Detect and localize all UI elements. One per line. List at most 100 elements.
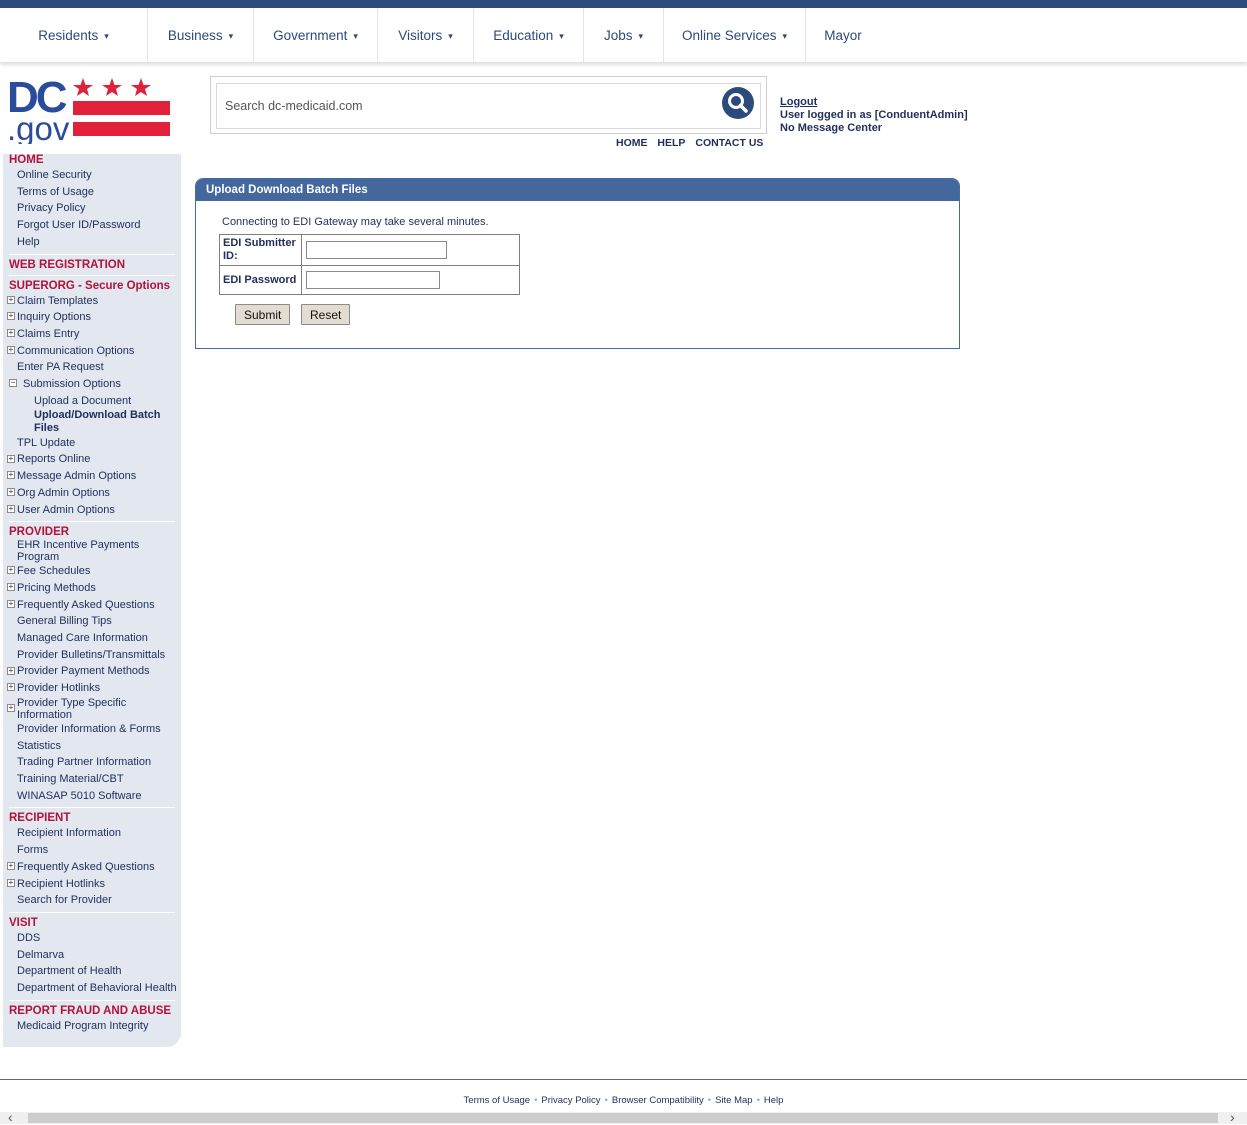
sidebar-item-fee-schedules[interactable]: + Fee Schedules bbox=[3, 563, 181, 580]
sidebar-divider bbox=[9, 521, 175, 523]
nav-visitors[interactable]: Visitors ▾ bbox=[378, 8, 474, 63]
sidebar-item-managed-care[interactable]: Managed Care Information bbox=[3, 630, 181, 647]
submit-button[interactable]: Submit bbox=[235, 304, 291, 325]
sidebar-item-claims-entry[interactable]: + Claims Entry bbox=[3, 326, 181, 343]
home-link[interactable]: HOME bbox=[616, 137, 648, 149]
expand-icon[interactable]: + bbox=[7, 329, 15, 338]
sidebar-item-pricing-methods[interactable]: + Pricing Methods bbox=[3, 580, 181, 597]
sidebar-item-ehr-incentive[interactable]: EHR Incentive Payments Program bbox=[3, 539, 181, 563]
sidebar-item-provider-info-forms[interactable]: Provider Information & Forms bbox=[3, 721, 181, 738]
search-icon[interactable] bbox=[722, 87, 754, 119]
expand-icon[interactable]: + bbox=[7, 345, 15, 354]
sidebar-item-communication-options[interactable]: + Communication Options bbox=[3, 343, 181, 360]
sidebar-item-tpl-update[interactable]: TPL Update bbox=[3, 435, 181, 452]
edi-password-input[interactable] bbox=[306, 271, 440, 289]
sidebar-item-message-admin[interactable]: + Message Admin Options bbox=[3, 468, 181, 485]
sidebar-item-upload-document[interactable]: Upload a Document bbox=[3, 393, 181, 409]
expand-icon[interactable]: + bbox=[7, 703, 15, 712]
dc-gov-logo[interactable]: DC .gov bbox=[6, 76, 176, 144]
nav-residents[interactable]: Residents ▾ bbox=[0, 8, 148, 63]
nav-online-services[interactable]: Online Services ▾ bbox=[664, 8, 806, 63]
sidebar-divider bbox=[9, 999, 175, 1001]
expand-icon[interactable]: + bbox=[7, 454, 15, 463]
expand-icon[interactable]: + bbox=[7, 566, 15, 575]
expand-icon[interactable]: + bbox=[7, 599, 15, 608]
help-link[interactable]: HELP bbox=[657, 137, 685, 149]
scroll-right-icon[interactable]: › bbox=[1230, 1109, 1235, 1125]
sidebar-item-general-billing-tips[interactable]: General Billing Tips bbox=[3, 613, 181, 630]
sidebar-item-department-of-health[interactable]: Department of Health bbox=[3, 963, 181, 980]
flag-stripe bbox=[73, 122, 170, 136]
nav-mayor[interactable]: Mayor bbox=[806, 8, 880, 63]
sidebar-heading-web-registration[interactable]: WEB REGISTRATION bbox=[3, 259, 181, 272]
sidebar-item-behavioral-health[interactable]: Department of Behavioral Health bbox=[3, 980, 181, 997]
sidebar-item-recipient-faq[interactable]: + Frequently Asked Questions bbox=[3, 859, 181, 876]
scrollbar-thumb[interactable] bbox=[28, 1113, 1218, 1123]
reset-button[interactable]: Reset bbox=[301, 304, 351, 325]
expand-icon[interactable]: + bbox=[7, 312, 15, 321]
sidebar-item-statistics[interactable]: Statistics bbox=[3, 738, 181, 755]
sidebar-item-provider-bulletins[interactable]: Provider Bulletins/Transmittals bbox=[3, 647, 181, 664]
sidebar-item-delmarva[interactable]: Delmarva bbox=[3, 947, 181, 964]
sidebar-item-forgot-password[interactable]: Forgot User ID/Password bbox=[3, 217, 181, 234]
sidebar-item-label: Message Admin Options bbox=[17, 470, 137, 483]
sidebar-item-provider-payment-methods[interactable]: + Provider Payment Methods bbox=[3, 663, 181, 680]
sidebar-item-dds[interactable]: DDS bbox=[3, 930, 181, 947]
sidebar-heading-recipient[interactable]: RECIPIENT bbox=[3, 812, 181, 825]
sidebar-item-submission-options[interactable]: − Submission Options bbox=[3, 376, 181, 393]
logout-link[interactable]: Logout bbox=[780, 96, 968, 109]
sidebar-item-claim-templates[interactable]: + Claim Templates bbox=[3, 293, 181, 310]
search-input[interactable] bbox=[216, 83, 761, 129]
footer-sitemap-link[interactable]: Site Map bbox=[715, 1095, 753, 1106]
nav-government[interactable]: Government ▾ bbox=[254, 8, 378, 63]
sidebar-item-training-material[interactable]: Training Material/CBT bbox=[3, 771, 181, 788]
panel-title: Upload Download Batch Files bbox=[196, 179, 959, 201]
nav-jobs[interactable]: Jobs ▾ bbox=[584, 8, 664, 63]
nav-education[interactable]: Education ▾ bbox=[474, 8, 584, 63]
sidebar-item-upload-download-batch-files[interactable]: Upload/Download Batch Files bbox=[3, 409, 173, 435]
sidebar-item-program-integrity[interactable]: Medicaid Program Integrity bbox=[3, 1018, 181, 1035]
nav-business[interactable]: Business ▾ bbox=[148, 8, 254, 63]
expand-icon[interactable]: + bbox=[7, 878, 15, 887]
scroll-left-icon[interactable]: ‹ bbox=[8, 1109, 13, 1125]
expand-icon[interactable]: + bbox=[7, 666, 15, 675]
collapse-icon[interactable]: − bbox=[9, 379, 17, 388]
sidebar-item-winasap[interactable]: WINASAP 5010 Software bbox=[3, 788, 181, 805]
sidebar-heading-superorg[interactable]: SUPERORG - Secure Options bbox=[3, 280, 181, 293]
footer-help-link[interactable]: Help bbox=[764, 1095, 784, 1106]
horizontal-scrollbar[interactable]: ‹ › bbox=[0, 1109, 1247, 1125]
contact-us-link[interactable]: CONTACT US bbox=[695, 137, 763, 149]
expand-icon[interactable]: + bbox=[7, 295, 15, 304]
expand-icon[interactable]: + bbox=[7, 861, 15, 870]
footer-privacy-link[interactable]: Privacy Policy bbox=[541, 1095, 600, 1106]
sidebar-heading-home[interactable]: HOME bbox=[3, 154, 181, 167]
expand-icon[interactable]: + bbox=[7, 683, 15, 692]
sidebar-heading-provider[interactable]: PROVIDER bbox=[3, 526, 181, 539]
sidebar-item-online-security[interactable]: Online Security bbox=[3, 167, 181, 184]
sidebar-item-org-admin[interactable]: + Org Admin Options bbox=[3, 485, 181, 502]
footer-browser-compat-link[interactable]: Browser Compatibility bbox=[612, 1095, 704, 1106]
sidebar-heading-report-fraud[interactable]: REPORT FRAUD AND ABUSE bbox=[3, 1005, 181, 1018]
sidebar-item-provider-faq[interactable]: + Frequently Asked Questions bbox=[3, 597, 181, 614]
expand-icon[interactable]: + bbox=[7, 487, 15, 496]
sidebar-item-enter-pa-request[interactable]: Enter PA Request bbox=[3, 359, 181, 376]
sidebar-item-user-admin[interactable]: + User Admin Options bbox=[3, 502, 181, 519]
expand-icon[interactable]: + bbox=[7, 471, 15, 480]
sidebar-item-help[interactable]: Help bbox=[3, 234, 181, 251]
edi-submitter-input[interactable] bbox=[306, 241, 447, 259]
sidebar-item-search-for-provider[interactable]: Search for Provider bbox=[3, 892, 181, 909]
sidebar-item-recipient-hotlinks[interactable]: + Recipient Hotlinks bbox=[3, 876, 181, 893]
expand-icon[interactable]: + bbox=[7, 583, 15, 592]
sidebar-item-terms-of-usage[interactable]: Terms of Usage bbox=[3, 184, 181, 201]
sidebar-item-recipient-information[interactable]: Recipient Information bbox=[3, 825, 181, 842]
sidebar-heading-visit[interactable]: VISIT bbox=[3, 917, 181, 930]
expand-icon[interactable]: + bbox=[7, 504, 15, 513]
sidebar-item-forms[interactable]: Forms bbox=[3, 842, 181, 859]
sidebar-item-privacy-policy[interactable]: Privacy Policy bbox=[3, 200, 181, 217]
sidebar-item-reports-online[interactable]: + Reports Online bbox=[3, 451, 181, 468]
sidebar-item-trading-partner[interactable]: Trading Partner Information bbox=[3, 754, 181, 771]
sidebar-item-provider-hotlinks[interactable]: + Provider Hotlinks bbox=[3, 680, 181, 697]
footer-terms-link[interactable]: Terms of Usage bbox=[464, 1095, 531, 1106]
sidebar-item-inquiry-options[interactable]: + Inquiry Options bbox=[3, 309, 181, 326]
sidebar-item-provider-type-specific[interactable]: + Provider Type Specific Information bbox=[3, 697, 181, 721]
